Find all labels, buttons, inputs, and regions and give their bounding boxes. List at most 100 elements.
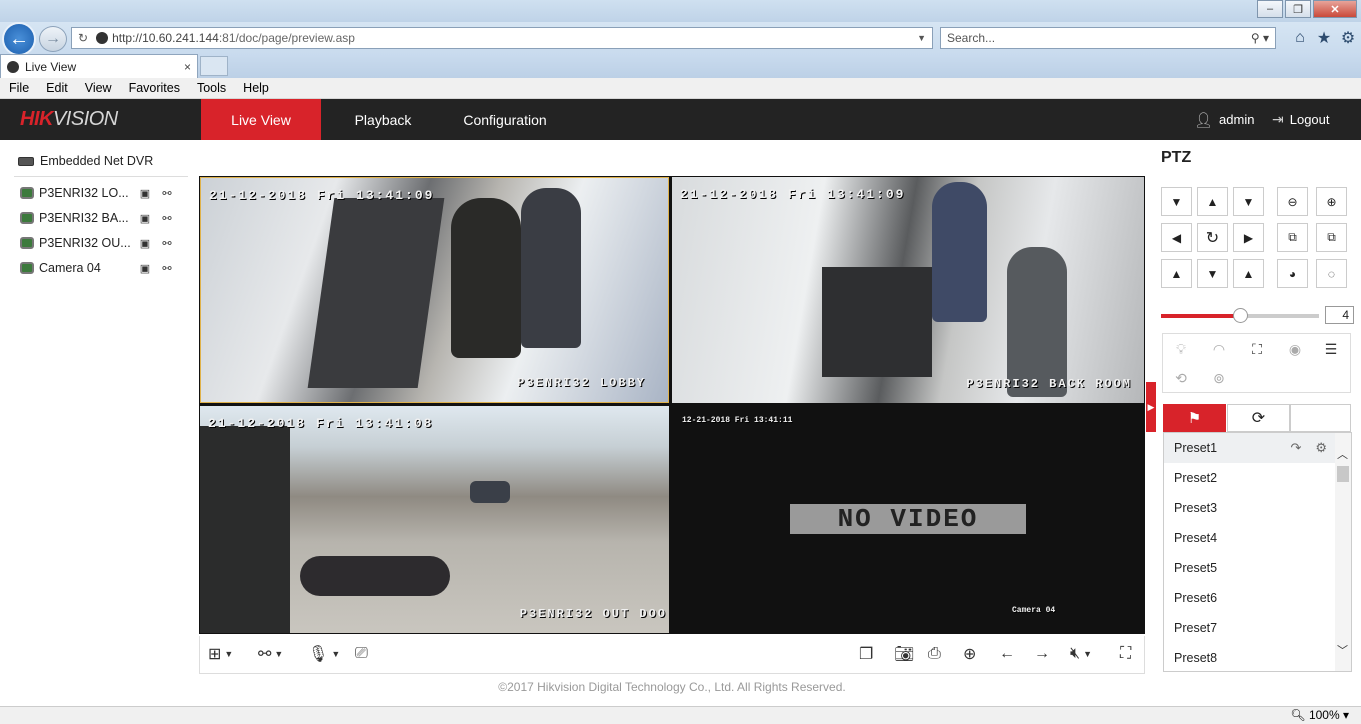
camera-item-4[interactable]: Camera 04 ▣ ⚯: [20, 258, 180, 278]
one-touch-focus-icon[interactable]: ⛶: [1243, 337, 1271, 361]
preset-item-1[interactable]: Preset1 ↷ ⚙: [1164, 433, 1335, 463]
audio-button[interactable]: 🎙︎ ▼: [308, 644, 340, 664]
stream-type-button[interactable]: ⚯ ▼: [258, 644, 283, 664]
zoom-out-button[interactable]: ⊖: [1277, 187, 1308, 216]
focus-far-button[interactable]: ⧉: [1316, 223, 1347, 252]
video-tile-1[interactable]: 21-12-2018 Fri 13:41:09 P3ENRI32 LOBBY: [200, 177, 669, 403]
menu-icon[interactable]: ☰: [1317, 337, 1345, 361]
home-icon[interactable]: ⌂: [1290, 28, 1310, 48]
fullscreen-button[interactable]: ⛶: [1120, 644, 1131, 664]
menu-view[interactable]: View: [85, 81, 112, 95]
scroll-down-icon[interactable]: ﹀: [1337, 642, 1348, 658]
ptz-speed-handle[interactable]: [1233, 308, 1248, 323]
menu-favorites[interactable]: Favorites: [129, 81, 180, 95]
camera-item-1[interactable]: P3ENRI32 LO... ▣ ⚯: [20, 183, 180, 203]
preset-scroll-thumb[interactable]: [1337, 466, 1349, 482]
camera-settings-icon[interactable]: ⚯: [159, 262, 175, 275]
preset-item-7[interactable]: Preset7: [1164, 613, 1335, 643]
tab-pattern[interactable]: [1290, 404, 1351, 432]
settings-gear-icon[interactable]: ⚙: [1338, 28, 1358, 48]
logout-button[interactable]: ⇥ Logout: [1272, 99, 1330, 140]
record-icon[interactable]: ▣: [137, 187, 153, 200]
user-menu[interactable]: 👤︎ admin: [1194, 99, 1254, 140]
preset-item-8[interactable]: Preset8: [1164, 643, 1335, 671]
digital-zoom-button[interactable]: ⊕: [963, 644, 976, 664]
camera-item-3[interactable]: P3ENRI32 OU... ▣ ⚯: [20, 233, 180, 253]
camera-settings-icon[interactable]: ⚯: [159, 187, 175, 200]
previous-page-button[interactable]: ←: [999, 644, 1015, 664]
ptz-down-right-button[interactable]: ▲: [1233, 259, 1264, 288]
search-icon[interactable]: ⚲ ▾: [1251, 31, 1269, 45]
refresh-icon[interactable]: ↻: [78, 31, 88, 45]
ptz-up-right-button[interactable]: ▼: [1233, 187, 1264, 216]
preset-item-4[interactable]: Preset4: [1164, 523, 1335, 553]
lens-init-icon[interactable]: ◉: [1281, 337, 1309, 361]
menu-help[interactable]: Help: [243, 81, 269, 95]
camera-item-2[interactable]: P3ENRI32 BA... ▣ ⚯: [20, 208, 180, 228]
camera-icon: [20, 187, 34, 199]
zoom-in-button[interactable]: ⊕: [1316, 187, 1347, 216]
record-icon[interactable]: ▣: [137, 237, 153, 250]
preset-item-2[interactable]: Preset2: [1164, 463, 1335, 493]
capture-all-button[interactable]: ❐: [859, 644, 873, 664]
back-button[interactable]: ←: [2, 22, 36, 56]
forward-button[interactable]: →: [39, 26, 67, 52]
record-button[interactable]: ⎙: [928, 644, 941, 664]
panel-collapse-toggle[interactable]: ▶: [1146, 382, 1156, 432]
next-page-button[interactable]: →: [1034, 644, 1050, 664]
manual-track-icon[interactable]: ⟲: [1167, 366, 1195, 390]
search-input[interactable]: Search... ⚲ ▾: [940, 27, 1276, 49]
new-tab-button[interactable]: [200, 56, 228, 76]
ptz-down-button[interactable]: ▼: [1197, 259, 1228, 288]
tab-close-icon[interactable]: ×: [184, 60, 191, 74]
call-preset-icon[interactable]: ↷: [1290, 440, 1301, 456]
zoom-level[interactable]: 🔍︎ 100% ▾: [1290, 708, 1349, 722]
snapshot-button[interactable]: 📷︎: [894, 644, 914, 664]
volume-button[interactable]: 🔇︎ ▼: [1070, 644, 1092, 664]
preset-item-3[interactable]: Preset3: [1164, 493, 1335, 523]
ptz-up-button[interactable]: ▲: [1197, 187, 1228, 216]
menu-tools[interactable]: Tools: [197, 81, 226, 95]
ptz-left-button[interactable]: ◀: [1161, 223, 1192, 252]
browser-tab-live-view[interactable]: Live View ×: [0, 54, 198, 78]
close-window-button[interactable]: ✕: [1313, 0, 1357, 18]
tab-patrol[interactable]: ⟳: [1227, 404, 1290, 432]
preset-item-5[interactable]: Preset5: [1164, 553, 1335, 583]
maximize-button[interactable]: ❐: [1285, 0, 1311, 18]
wiper-icon[interactable]: ◠: [1205, 337, 1233, 361]
window-layout-button[interactable]: ⊞ ▼: [208, 644, 233, 664]
record-icon[interactable]: ▣: [137, 212, 153, 225]
camera-settings-icon[interactable]: ⚯: [159, 212, 175, 225]
light-icon[interactable]: 💡︎: [1167, 337, 1195, 361]
scroll-up-icon[interactable]: ︿: [1337, 446, 1348, 462]
arrow-left-icon: ◀: [1171, 230, 1182, 245]
ptz-up-left-button[interactable]: ▼: [1161, 187, 1192, 216]
record-icon[interactable]: ▣: [137, 262, 153, 275]
iris-close-button[interactable]: ◌: [1316, 259, 1347, 288]
minimize-button[interactable]: –: [1257, 0, 1283, 18]
ptz-speed-value[interactable]: 4: [1325, 306, 1354, 324]
video-tile-2[interactable]: 21-12-2018 Fri 13:41:09 P3ENRI32 BACK RO…: [672, 177, 1144, 403]
menu-file[interactable]: File: [9, 81, 29, 95]
preset-settings-gear-icon[interactable]: ⚙: [1315, 440, 1327, 456]
focus-near-button[interactable]: ⧉: [1277, 223, 1308, 252]
address-dropdown-icon[interactable]: ▼: [917, 33, 926, 43]
video-tile-3[interactable]: 21-12-2018 Fri 13:41:08 P3ENRI32 OUT DOO: [200, 406, 669, 633]
nav-live-view[interactable]: Live View: [201, 99, 321, 140]
start-all-live-button[interactable]: ⎚: [355, 644, 368, 664]
favorites-star-icon[interactable]: ★: [1314, 28, 1334, 48]
tab-preset[interactable]: ⚑: [1163, 404, 1226, 432]
ptz-auto-button[interactable]: ↻: [1197, 223, 1228, 252]
address-bar[interactable]: ↻ http://10.60.241.144:81/doc/page/previ…: [71, 27, 933, 49]
camera-settings-icon[interactable]: ⚯: [159, 237, 175, 250]
iris-open-button[interactable]: ◕: [1277, 259, 1308, 288]
preset-item-6[interactable]: Preset6: [1164, 583, 1335, 613]
nav-configuration[interactable]: Configuration: [445, 99, 565, 140]
3d-zoom-icon[interactable]: ⊚: [1205, 366, 1233, 390]
ptz-right-button[interactable]: ▶: [1233, 223, 1264, 252]
nav-playback[interactable]: Playback: [331, 99, 435, 140]
video-tile-4[interactable]: 12-21-2018 Fri 13:41:11 NO VIDEO Camera …: [672, 406, 1144, 633]
menu-edit[interactable]: Edit: [46, 81, 68, 95]
ptz-down-left-button[interactable]: ▲: [1161, 259, 1192, 288]
device-tree-root[interactable]: Embedded Net DVR: [18, 154, 153, 168]
